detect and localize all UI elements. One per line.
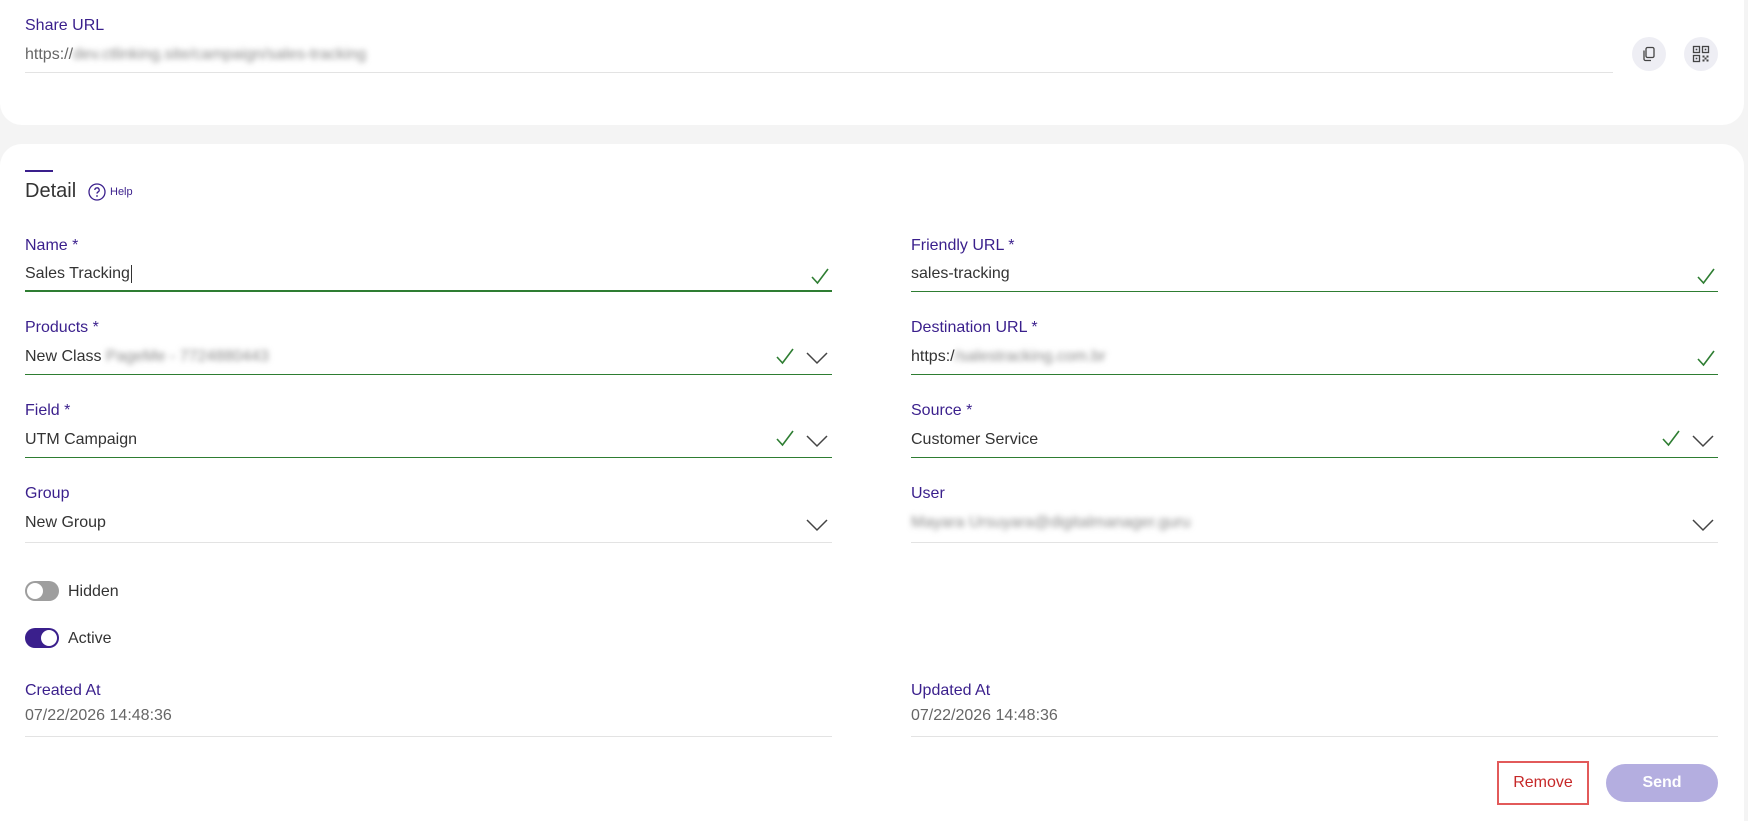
remove-button[interactable]: Remove	[1497, 761, 1589, 805]
products-select[interactable]: New Class PageMe - 7724880443	[25, 348, 269, 366]
source-select[interactable]: Customer Service	[911, 431, 1038, 449]
user-underline	[911, 542, 1718, 543]
share-url-value[interactable]: https://dev.ctlinking.site/campaign/sale…	[25, 46, 366, 64]
name-underline	[25, 290, 832, 292]
updated-at-underline	[911, 736, 1718, 737]
user-select[interactable]: Mayara Ursuyara@digitalmanager.guru	[911, 514, 1190, 532]
name-input[interactable]: Sales Tracking	[25, 265, 132, 283]
updated-at-value: 07/22/2026 14:48:36	[911, 707, 1058, 724]
copy-button[interactable]	[1632, 37, 1666, 71]
destination-url-label: Destination URL *	[911, 319, 1038, 336]
field-select[interactable]: UTM Campaign	[25, 431, 137, 449]
source-chevron-down-icon[interactable]	[1692, 434, 1714, 448]
products-valid-check-icon	[776, 348, 794, 365]
user-chevron-down-icon[interactable]	[1692, 518, 1714, 532]
products-chevron-down-icon[interactable]	[806, 351, 828, 365]
hidden-toggle-label: Hidden	[68, 583, 119, 600]
active-toggle-knob	[41, 630, 57, 646]
detail-card	[0, 144, 1744, 821]
section-title-accent	[25, 170, 53, 172]
friendly-url-underline	[911, 291, 1718, 292]
group-label: Group	[25, 485, 70, 502]
destination-url-valid-check-icon	[1697, 350, 1715, 367]
field-label: Field *	[25, 402, 71, 419]
name-valid-check-icon	[811, 268, 829, 285]
qr-code-button[interactable]	[1684, 37, 1718, 71]
destination-url-underline	[911, 374, 1718, 375]
created-at-underline	[25, 736, 832, 737]
share-url-label: Share URL	[25, 17, 105, 34]
destination-url-redacted: /salestracking.com.br	[954, 348, 1106, 365]
friendly-url-label: Friendly URL *	[911, 237, 1015, 254]
section-title: Detail	[25, 180, 77, 202]
updated-at-label: Updated At	[911, 682, 991, 699]
destination-url-input[interactable]: https://salestracking.com.br	[911, 348, 1106, 366]
source-valid-check-icon	[1662, 430, 1680, 447]
help-text: Help	[110, 186, 133, 198]
products-value-redacted: PageMe - 7724880443	[105, 348, 269, 365]
name-label: Name *	[25, 237, 79, 254]
share-url-redacted: dev.ctlinking.site/campaign/sales-tracki…	[73, 46, 367, 63]
created-at-value: 07/22/2026 14:48:36	[25, 707, 172, 724]
source-label: Source *	[911, 402, 973, 419]
send-button[interactable]: Send	[1606, 764, 1718, 802]
products-underline	[25, 374, 832, 375]
field-chevron-down-icon[interactable]	[806, 434, 828, 448]
share-url-underline	[25, 72, 1613, 73]
friendly-url-input[interactable]: sales-tracking	[911, 265, 1010, 283]
source-underline	[911, 457, 1718, 458]
share-url-card: Share URL https://dev.ctlinking.site/cam…	[0, 0, 1744, 125]
user-value-redacted: Mayara Ursuyara@digitalmanager.guru	[911, 514, 1191, 531]
destination-url-prefix: https:/	[911, 348, 955, 365]
products-value: New Class	[25, 348, 102, 365]
created-at-label: Created At	[25, 682, 101, 699]
hidden-toggle[interactable]	[25, 581, 59, 601]
help-icon	[88, 183, 106, 201]
group-select[interactable]: New Group	[25, 514, 106, 532]
group-underline	[25, 542, 832, 543]
qr-code-icon	[1692, 45, 1710, 63]
field-valid-check-icon	[776, 430, 794, 447]
group-chevron-down-icon[interactable]	[806, 518, 828, 532]
copy-icon	[1643, 46, 1655, 62]
field-underline	[25, 457, 832, 458]
user-label: User	[911, 485, 945, 502]
friendly-url-valid-check-icon	[1697, 268, 1715, 285]
hidden-toggle-knob	[27, 583, 43, 599]
help-link[interactable]: Help	[88, 183, 133, 201]
share-url-prefix: https://	[25, 46, 74, 63]
active-toggle-label: Active	[68, 630, 112, 647]
active-toggle[interactable]	[25, 628, 59, 648]
products-label: Products *	[25, 319, 99, 336]
